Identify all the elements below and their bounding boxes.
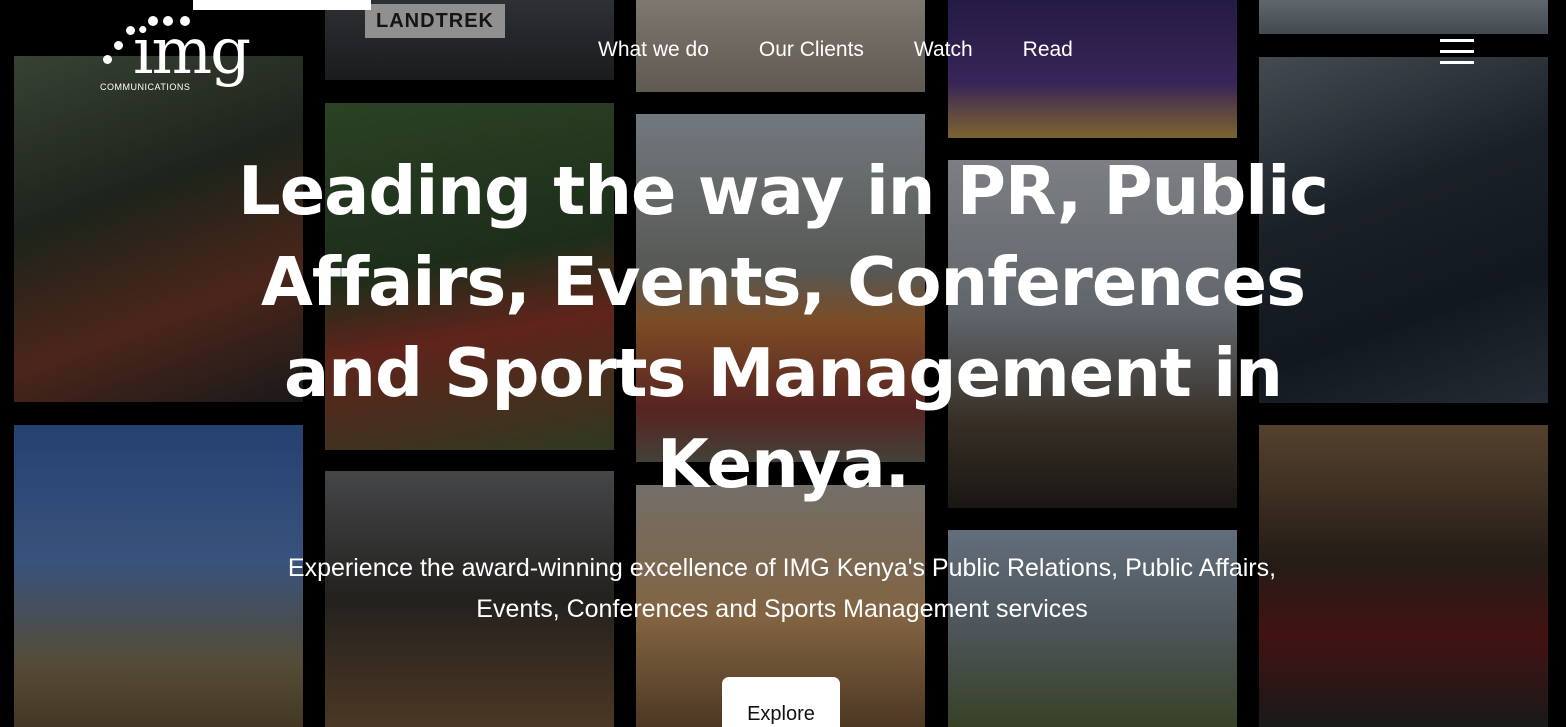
photo-tile <box>1259 0 1548 34</box>
logo-wordmark: img <box>133 15 251 89</box>
top-white-bar <box>193 0 371 10</box>
hero-title: Leading the way in PR, Public Affairs, E… <box>238 152 1329 503</box>
nav-read[interactable]: Read <box>1023 38 1073 62</box>
logo-subtext: COMMUNICATIONS <box>100 82 191 92</box>
main-nav: What we do Our Clients Watch Read <box>598 38 1073 62</box>
nav-watch[interactable]: Watch <box>914 38 973 62</box>
img-communications-logo[interactable]: img COMMUNICATIONS <box>100 10 251 100</box>
photo-tile: LANDTREK <box>325 0 614 80</box>
photo-tile <box>948 0 1237 138</box>
hero-subtitle: Experience the award-winning excellence … <box>287 554 1277 623</box>
nav-what-we-do[interactable]: What we do <box>598 38 709 62</box>
nav-our-clients[interactable]: Our Clients <box>759 38 864 62</box>
hamburger-icon[interactable] <box>1440 39 1476 65</box>
explore-button[interactable]: Explore <box>722 677 840 727</box>
